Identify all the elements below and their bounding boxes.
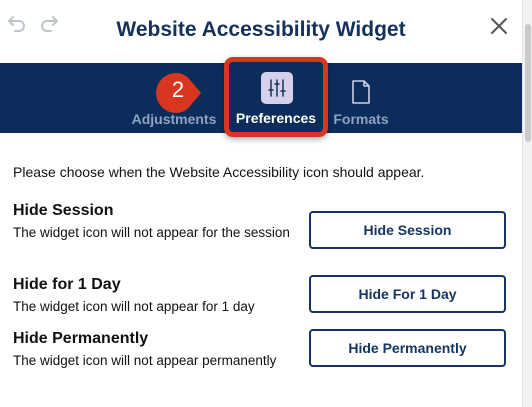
sliders-icon [261, 72, 293, 104]
hide-permanently-button[interactable]: Hide Permanently [309, 329, 506, 367]
option-title-hide-1-day: Hide for 1 Day [13, 276, 121, 293]
option-desc-hide-session: The widget icon will not appear for the … [13, 225, 290, 240]
option-desc-hide-permanently: The widget icon will not appear permanen… [13, 353, 277, 368]
scrollbar-thumb[interactable] [525, 24, 531, 142]
close-icon[interactable] [488, 15, 510, 37]
hide-session-button[interactable]: Hide Session [309, 211, 506, 249]
tab-formats-label: Formats [333, 111, 389, 127]
step-number: 2 [171, 77, 185, 102]
document-icon [352, 80, 370, 104]
tab-preferences-label: Preferences [235, 110, 317, 126]
tab-preferences[interactable]: Preferences [224, 57, 328, 137]
option-title-hide-session: Hide Session [13, 202, 114, 219]
widget-header: Website Accessibility Widget [0, 0, 532, 63]
hide-1-day-button[interactable]: Hide For 1 Day [309, 275, 506, 313]
intro-text: Please choose when the Website Accessibi… [13, 164, 425, 180]
scrollbar[interactable] [522, 0, 532, 407]
option-desc-hide-1-day: The widget icon will not appear for 1 da… [13, 299, 255, 314]
widget-title: Website Accessibility Widget [116, 18, 406, 41]
option-title-hide-permanently: Hide Permanently [13, 330, 149, 347]
tab-formats[interactable]: Formats [316, 63, 406, 133]
